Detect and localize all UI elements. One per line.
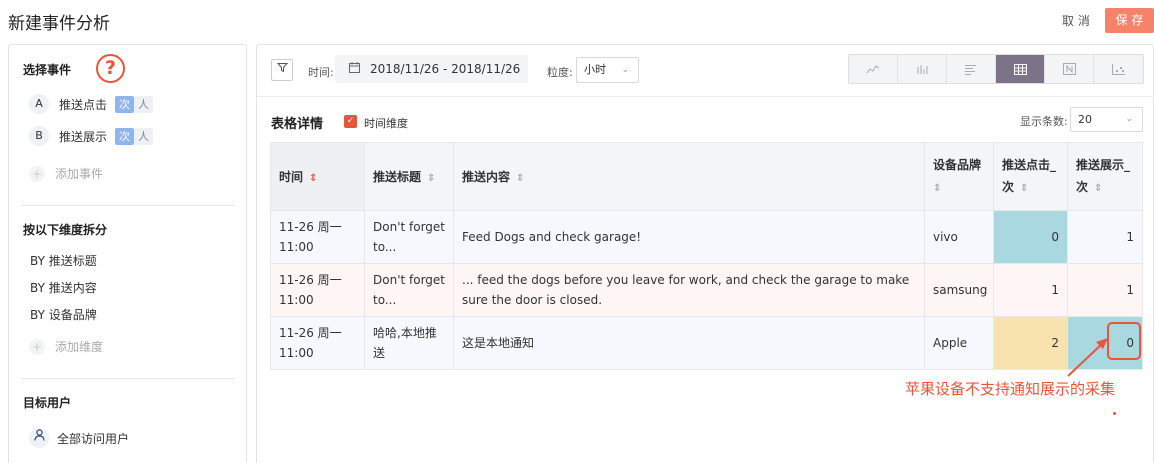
annotation-dot [1113, 412, 1116, 415]
dimension-item[interactable]: BY 推送内容 [30, 279, 97, 296]
event-name[interactable]: 推送展示 [59, 128, 107, 145]
event-row-b[interactable]: B 推送展示 次 人 [29, 125, 154, 147]
table-row: 11-26 周一 11:00 哈哈,本地推送 这是本地通知 Apple 2 0 [270, 316, 1143, 370]
divider [21, 205, 235, 206]
time-label: 时间: [308, 66, 334, 79]
number-icon[interactable] [1045, 55, 1094, 83]
horizontal-bar-icon[interactable] [947, 55, 996, 83]
help-icon[interactable]: ? [96, 54, 125, 83]
event-row-a[interactable]: A 推送点击 次 人 [29, 93, 154, 115]
cell-shows: 1 [1067, 263, 1143, 317]
column-header-shows[interactable]: 推送展示_次 ⇕ [1067, 142, 1143, 211]
table-section-title: 表格详情 [271, 117, 324, 132]
plus-icon: + [29, 165, 45, 182]
event-letter-badge: A [29, 94, 49, 114]
user-icon [29, 428, 49, 448]
cell-shows: 1 [1067, 210, 1143, 264]
cell-time: 11-26 周一 11:00 [270, 316, 365, 370]
cell-time: 11-26 周一 11:00 [270, 263, 365, 317]
page-title: 新建事件分析 [8, 14, 110, 34]
cell-title: Don't forget to... [364, 263, 454, 317]
granularity-label: 粒度: [547, 66, 573, 79]
bar-chart-icon[interactable] [898, 55, 947, 83]
column-header-brand[interactable]: 设备品牌 ⇕ [924, 142, 994, 211]
target-section-title: 目标用户 [23, 396, 72, 410]
cell-content: ... feed the dogs before you leave for w… [453, 263, 925, 317]
target-user-selector[interactable]: 全部访问用户 [29, 428, 129, 448]
table-row: 11-26 周一 11:00 Don't forget to... Feed D… [270, 210, 1143, 264]
dimensions-section-title: 按以下维度拆分 [23, 223, 108, 237]
chevron-down-icon: ⌄ [1125, 114, 1133, 124]
table-row: 11-26 周一 11:00 Don't forget to... ... fe… [270, 263, 1143, 317]
plus-icon: + [29, 338, 45, 355]
date-range-value: 2018/11/26 - 2018/11/26 [370, 62, 521, 76]
sort-icon[interactable]: ⇕ [1094, 183, 1102, 194]
cell-clicks: 1 [993, 263, 1068, 317]
add-event-label: 添加事件 [55, 167, 104, 181]
cell-time: 11-26 周一 11:00 [270, 210, 365, 264]
count-type-chip[interactable]: 次 [115, 127, 135, 145]
cell-title: 哈哈,本地推送 [364, 316, 454, 370]
time-dimension-label[interactable]: 时间维度 [364, 115, 408, 131]
column-header-clicks[interactable]: 推送点击_次 ⇕ [993, 142, 1068, 211]
count-type-chip[interactable]: 次 [115, 95, 135, 113]
event-name[interactable]: 推送点击 [59, 96, 107, 113]
table-header-row: 时间 ⇕ 推送标题 ⇕ 推送内容 ⇕ 设备品牌 ⇕ 推送点击_次 ⇕ 推送展示_次 ⇕ [270, 142, 1143, 211]
results-table: 时间 ⇕ 推送标题 ⇕ 推送内容 ⇕ 设备品牌 ⇕ 推送点击_次 ⇕ 推送展示_次 ⇕ 11… [270, 142, 1143, 370]
divider [21, 378, 235, 379]
calendar-icon [349, 62, 360, 76]
sort-icon[interactable]: ⇕ [933, 183, 941, 194]
cell-content: Feed Dogs and check garage! [453, 210, 925, 264]
rows-count-label: 显示条数: [1020, 115, 1068, 128]
annotation-text: 苹果设备不支持通知展示的采集 [905, 380, 1116, 398]
cell-title: Don't forget to... [364, 210, 454, 264]
save-button[interactable]: 保 存 [1105, 8, 1154, 33]
sort-icon[interactable]: ⇕ [427, 173, 435, 184]
user-type-chip[interactable]: 人 [134, 127, 154, 145]
rows-count-value: 20 [1078, 113, 1092, 126]
divider [257, 96, 1154, 97]
column-header-title[interactable]: 推送标题 ⇕ [364, 142, 454, 211]
cell-brand: samsung [924, 263, 994, 317]
date-range-picker[interactable]: 2018/11/26 - 2018/11/26 [335, 55, 528, 83]
cell-content: 这是本地通知 [453, 316, 925, 370]
add-dimension-button[interactable]: + 添加维度 [29, 338, 103, 355]
target-user-label: 全部访问用户 [57, 431, 130, 446]
granularity-value: 小时 [584, 63, 606, 76]
cell-clicks: 2 [993, 316, 1068, 370]
cell-clicks: 0 [993, 210, 1068, 264]
event-letter-badge: B [29, 126, 49, 146]
column-header-content[interactable]: 推送内容 ⇕ [453, 142, 925, 211]
time-dimension-checkbox[interactable]: ✓ [344, 115, 357, 128]
user-type-chip[interactable]: 人 [134, 95, 154, 113]
events-section-title: 选择事件 [23, 63, 72, 77]
granularity-select[interactable]: 小时 ⌄ [576, 57, 639, 83]
sort-icon[interactable]: ⇕ [309, 173, 317, 184]
rows-count-select[interactable]: 20 ⌄ [1070, 107, 1143, 132]
dimension-item[interactable]: BY 推送标题 [30, 252, 97, 269]
add-event-button[interactable]: + 添加事件 [29, 165, 103, 182]
chart-type-switcher [848, 54, 1144, 84]
sort-icon[interactable]: ⇕ [1020, 183, 1028, 194]
table-icon[interactable] [996, 55, 1045, 83]
cancel-button[interactable]: 取 消 [1062, 12, 1090, 29]
dimension-item[interactable]: BY 设备品牌 [30, 306, 97, 323]
annotation-arrow-icon [1067, 338, 1108, 377]
chevron-down-icon: ⌄ [621, 65, 629, 75]
add-dimension-label: 添加维度 [55, 340, 104, 354]
column-header-time[interactable]: 时间 ⇕ [270, 142, 365, 211]
line-chart-icon[interactable] [849, 55, 898, 83]
filter-icon[interactable] [271, 59, 293, 81]
sort-icon[interactable]: ⇕ [516, 173, 524, 184]
scatter-icon[interactable] [1094, 55, 1143, 83]
cell-brand: Apple [924, 316, 994, 370]
left-config-panel: 选择事件 ? A 推送点击 次 人 B 推送展示 次 人 + 添加事件 按以下维… [8, 44, 247, 463]
cell-brand: vivo [924, 210, 994, 264]
